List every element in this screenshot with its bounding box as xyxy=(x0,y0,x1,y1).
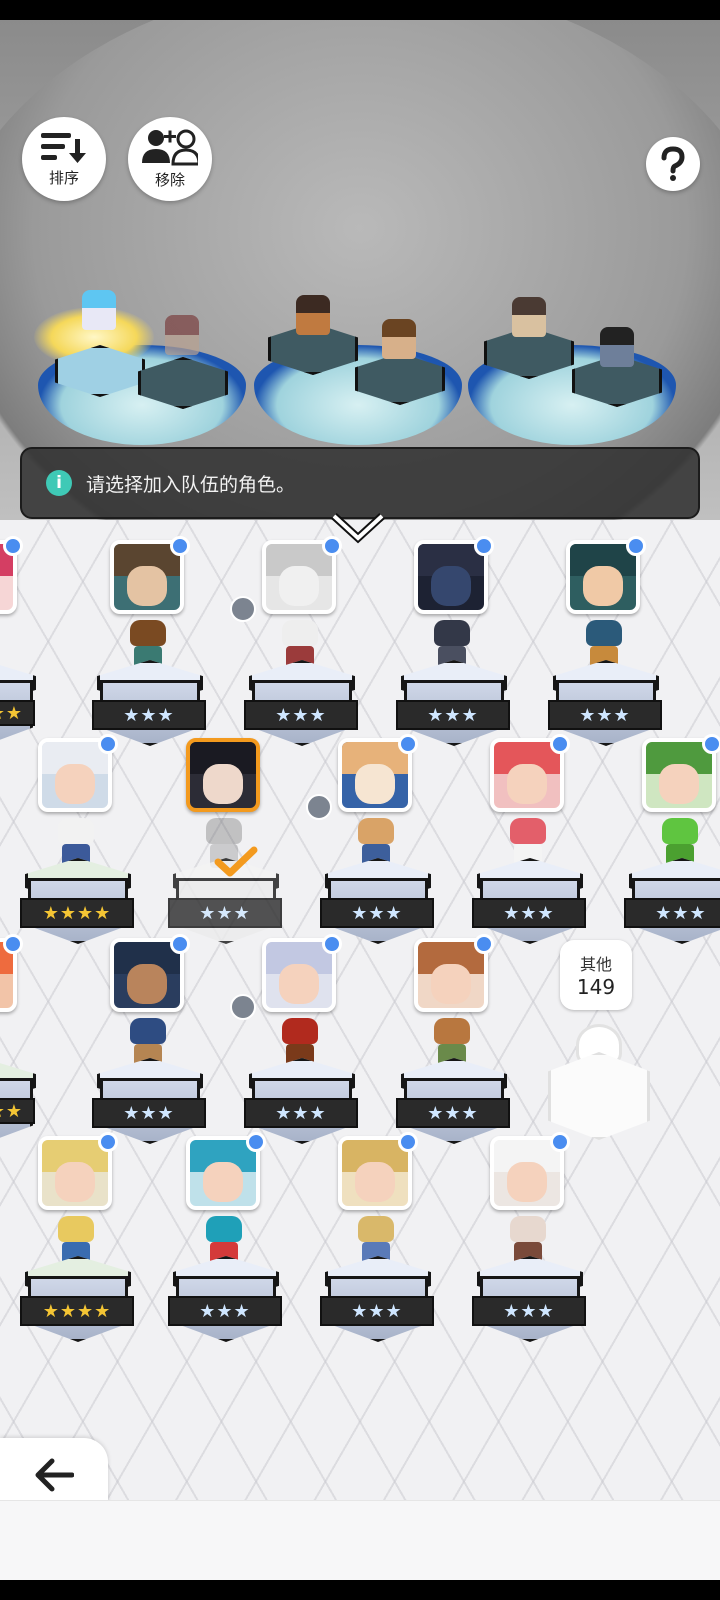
character-card[interactable]: ★★★ xyxy=(604,734,720,944)
empty-pedestal xyxy=(548,1052,650,1140)
new-indicator xyxy=(626,536,646,556)
star-rating: ★★★ xyxy=(92,1098,206,1128)
checkmark-icon xyxy=(214,846,258,877)
character-pedestal: ★★★ xyxy=(168,1256,282,1346)
info-banner: i 请选择加入队伍的角色。 xyxy=(20,447,700,519)
star-rating: ★★★ xyxy=(320,898,434,928)
star-rating: ★★★ xyxy=(92,700,206,730)
star-rating: ★★★ xyxy=(244,1098,358,1128)
character-card[interactable]: ★★ xyxy=(0,934,55,1144)
character-pedestal: ★★★★ xyxy=(20,858,134,948)
star-rating: ★★★★ xyxy=(20,898,134,928)
sort-icon xyxy=(41,132,86,163)
others-group[interactable]: 其他 149 xyxy=(548,940,688,1150)
character-card[interactable]: ★★★ xyxy=(224,536,374,746)
character-card[interactable]: ★★ xyxy=(0,536,55,746)
team-character-sprite[interactable] xyxy=(600,327,634,367)
star-rating: ★★★ xyxy=(168,1296,282,1326)
class-badge-icon xyxy=(230,994,256,1020)
character-pedestal: ★★★ xyxy=(320,1256,434,1346)
new-indicator xyxy=(246,1132,266,1152)
team-character-sprite[interactable] xyxy=(512,297,546,337)
remove-label: 移除 xyxy=(154,170,185,189)
star-rating: ★★ xyxy=(0,1098,35,1124)
character-card[interactable]: ★★★ xyxy=(148,1132,298,1342)
class-badge-icon xyxy=(306,794,332,820)
character-pedestal: ★★★ xyxy=(624,858,720,948)
info-message: 请选择加入队伍的角色。 xyxy=(86,473,296,496)
character-pedestal: ★★ xyxy=(0,660,36,750)
star-rating: ★★★ xyxy=(396,1098,510,1128)
team-character-sprite[interactable] xyxy=(82,290,116,330)
new-indicator xyxy=(3,934,23,954)
star-rating: ★★★ xyxy=(168,898,282,928)
others-bubble[interactable]: 其他 149 xyxy=(560,940,632,1010)
new-indicator xyxy=(398,734,418,754)
navigation-bar xyxy=(0,1580,720,1600)
team-slots xyxy=(0,285,720,445)
info-icon: i xyxy=(46,470,72,496)
star-rating: ★★★ xyxy=(396,700,510,730)
new-indicator xyxy=(3,536,23,556)
character-card[interactable]: ★★★ xyxy=(376,934,526,1144)
new-indicator xyxy=(322,934,342,954)
new-indicator xyxy=(550,1132,570,1152)
new-indicator xyxy=(170,934,190,954)
help-button[interactable] xyxy=(646,137,700,191)
new-indicator xyxy=(702,734,720,754)
remove-member-icon xyxy=(142,129,198,165)
character-pedestal: ★★★ xyxy=(244,660,358,750)
character-card[interactable]: ★★★★ xyxy=(0,1132,150,1342)
character-pedestal: ★★★★ xyxy=(20,1256,134,1346)
star-rating: ★★★ xyxy=(472,1296,586,1326)
character-pedestal: ★★ xyxy=(0,1058,36,1148)
team-character-sprite[interactable] xyxy=(382,319,416,359)
character-card[interactable]: ★★★★ xyxy=(0,734,150,944)
sort-button[interactable]: 排序 xyxy=(22,117,106,201)
new-indicator xyxy=(98,734,118,754)
new-indicator xyxy=(550,734,570,754)
new-indicator xyxy=(474,536,494,556)
star-rating: ★★★ xyxy=(624,898,720,928)
game-scene: 排序 移除 i 请选择加入队伍的角色。 ★ ★★★ ★★★ ★★★ ★★★ ★★… xyxy=(0,20,720,1520)
new-indicator xyxy=(170,536,190,556)
star-rating: ★★★ xyxy=(472,898,586,928)
remove-button[interactable]: 移除 xyxy=(128,117,212,201)
star-rating: ★★★ xyxy=(548,700,662,730)
new-indicator xyxy=(474,934,494,954)
character-card[interactable]: ★★★ xyxy=(452,1132,602,1342)
character-card[interactable]: ★★★ xyxy=(72,536,222,746)
character-card[interactable]: ★★★ xyxy=(300,734,450,944)
question-mark-icon xyxy=(661,146,685,181)
character-portrait xyxy=(186,738,260,812)
others-count: 149 xyxy=(576,975,616,999)
sort-label: 排序 xyxy=(48,168,79,187)
team-character-sprite[interactable] xyxy=(165,315,199,355)
character-card[interactable]: ★★★ xyxy=(452,734,602,944)
star-rating: ★★★ xyxy=(244,700,358,730)
star-rating: ★★★ xyxy=(320,1296,434,1326)
character-card[interactable]: ★★★ xyxy=(72,934,222,1144)
new-indicator xyxy=(98,1132,118,1152)
star-rating: ★★ xyxy=(0,700,35,726)
new-indicator xyxy=(322,536,342,556)
character-card-selected[interactable]: ★★★ xyxy=(148,738,298,944)
others-label: 其他 xyxy=(579,955,612,974)
team-character-sprite[interactable] xyxy=(296,295,330,335)
status-bar xyxy=(0,0,720,20)
character-card[interactable]: ★★★ xyxy=(528,536,678,746)
class-badge-icon xyxy=(230,596,256,622)
arrow-left-icon xyxy=(35,1458,74,1492)
star-rating: ★★★★ xyxy=(20,1296,134,1326)
new-indicator xyxy=(398,1132,418,1152)
character-pedestal: ★★★ xyxy=(472,1256,586,1346)
character-card[interactable]: ★★★ xyxy=(224,934,374,1144)
character-card[interactable]: ★★★ xyxy=(376,536,526,746)
bottom-strip xyxy=(0,1500,720,1581)
character-card[interactable]: ★★★ xyxy=(300,1132,450,1342)
